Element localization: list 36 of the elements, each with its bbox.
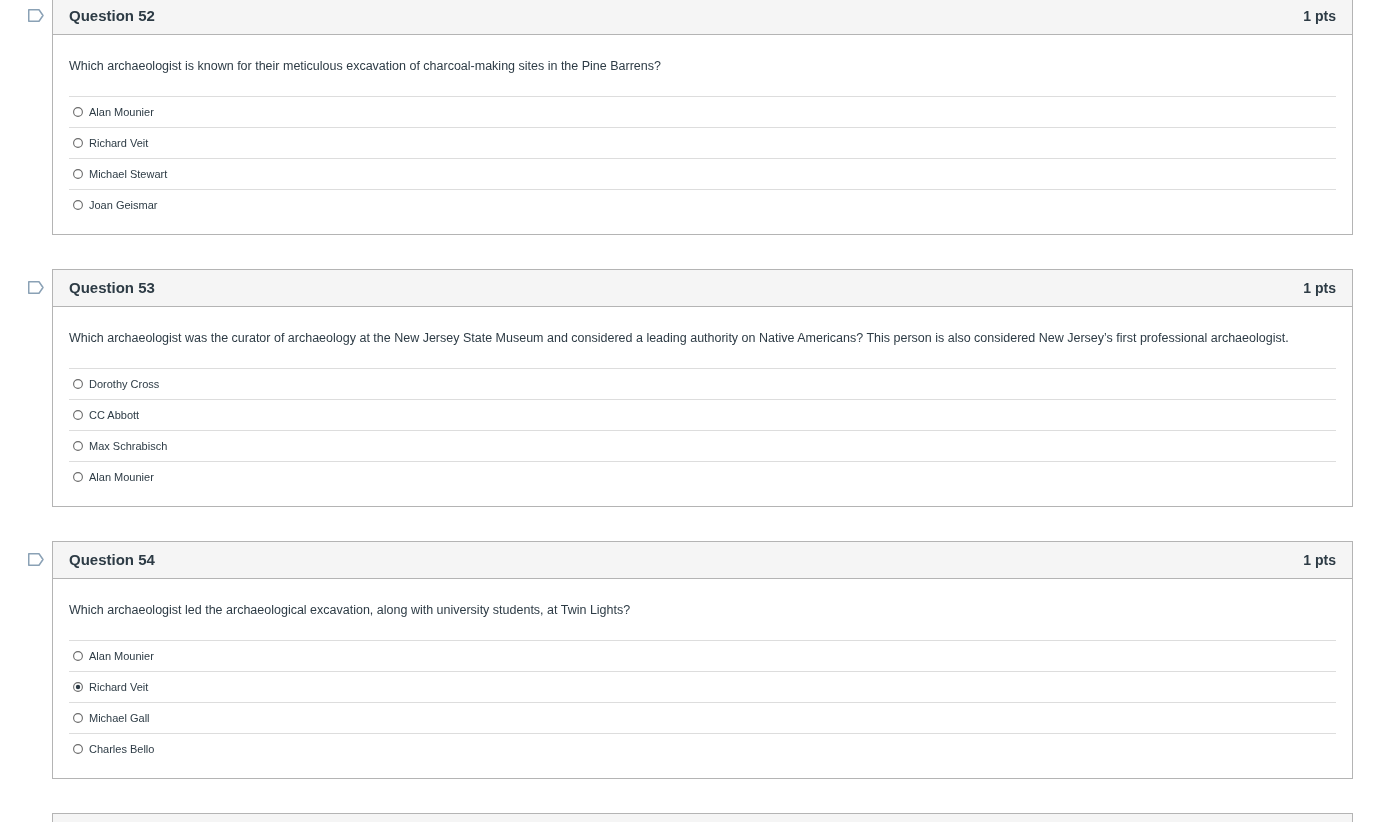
points-label: 1 pts [1303,278,1336,298]
question-text: Which archaeologist led the archaeological excavation, along with university students, at Twin Lights? [69,602,632,619]
question-text: Which archaeologist was the curator of archaeology at the New Jersey State Museum and considered a leading authority on Native Americans? This person is also considered New Jersey’s first professional archaeologist. [69,330,1290,347]
question-text: Which archaeologist is known for their meticulous excavation of charcoal-making sites in the Pine Barrens? [69,58,662,75]
bookmark-icon[interactable] [28,9,44,22]
points-label: 1 pts [1303,550,1336,570]
question-title: Question 54 [69,549,155,570]
radio-button[interactable] [73,651,83,661]
radio-button[interactable] [73,169,83,179]
radio-button[interactable] [73,107,83,117]
answer-option[interactable]: Dorothy Cross [89,375,160,393]
radio-button[interactable] [73,200,83,210]
radio-button[interactable] [73,441,83,451]
radio-button[interactable] [73,682,83,692]
answer-option[interactable]: CC Abbott [89,406,140,424]
points-label: 1 pts [1303,6,1336,26]
answer-option[interactable]: Richard Veit [89,134,149,152]
answer-option[interactable]: Charles Bello [89,740,155,758]
answer-option[interactable]: Max Schrabisch [89,437,168,455]
radio-button[interactable] [73,472,83,482]
radio-button[interactable] [73,410,83,420]
answer-option[interactable]: Joan Geismar [89,196,158,214]
answer-option[interactable]: Alan Mounier [89,468,154,486]
answer-option[interactable]: Richard Veit [89,678,149,696]
bookmark-icon[interactable] [28,553,44,566]
answer-option[interactable]: Michael Stewart [89,165,168,183]
bookmark-icon[interactable] [28,281,44,294]
question-title: Question 52 [69,5,155,26]
radio-button[interactable] [73,713,83,723]
radio-button[interactable] [73,744,83,754]
answer-option[interactable]: Alan Mounier [89,647,154,665]
answer-option[interactable]: Michael Gall [89,709,150,727]
radio-button[interactable] [73,379,83,389]
answer-option[interactable]: Alan Mounier [89,103,154,121]
question-title: Question 53 [69,277,155,298]
radio-button[interactable] [73,138,83,148]
